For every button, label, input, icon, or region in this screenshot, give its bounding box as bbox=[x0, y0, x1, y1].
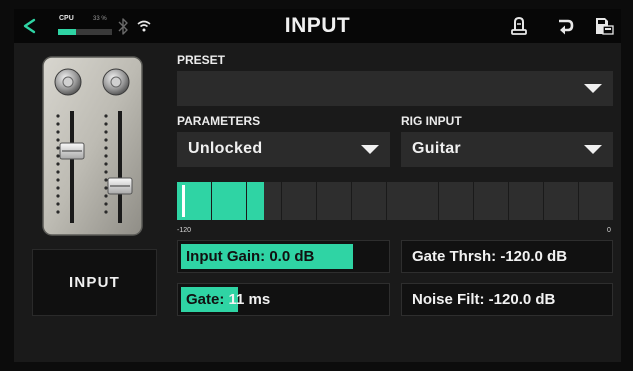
undo-icon[interactable] bbox=[555, 17, 575, 35]
meter-segment bbox=[438, 182, 456, 220]
meter-segment bbox=[543, 182, 561, 220]
preset-dropdown[interactable] bbox=[177, 71, 613, 106]
meter-segment bbox=[456, 182, 474, 220]
page-title: INPUT bbox=[284, 14, 351, 37]
rig-input-value: Guitar bbox=[412, 140, 461, 157]
meter-scale-min: -120 bbox=[177, 227, 192, 234]
meter-segment bbox=[194, 182, 212, 220]
meter-segment bbox=[351, 182, 369, 220]
meter-peak-marker bbox=[182, 185, 185, 217]
meter-segment bbox=[596, 182, 613, 220]
parameters-label: PARAMETERS bbox=[177, 114, 261, 128]
gate-text-value: 11 ms bbox=[224, 291, 271, 308]
meter-segment bbox=[473, 182, 491, 220]
meter-segment bbox=[403, 182, 421, 220]
parameters-dropdown[interactable]: Unlocked bbox=[177, 132, 390, 167]
screen: CPU 33 % INPUT INPUT PRESET PARAMETERS U… bbox=[14, 9, 621, 362]
noise-filter-control[interactable]: Noise Filt: -120.0 dB bbox=[401, 283, 613, 316]
gate-text-label: Gate: bbox=[186, 291, 225, 308]
parameters-value: Unlocked bbox=[188, 140, 263, 157]
noise-filter-text: Noise Filt: -120.0 dB bbox=[412, 291, 556, 308]
input-gain-text: Input Gain: 0.0 dB bbox=[186, 248, 315, 265]
meter-segment bbox=[578, 182, 596, 220]
rig-input-label: RIG INPUT bbox=[401, 114, 462, 128]
input-level-meter bbox=[177, 182, 613, 220]
meter-segment bbox=[211, 182, 229, 220]
gate-threshold-text: Gate Thrsh: -120.0 dB bbox=[412, 248, 568, 265]
input-gain-control[interactable]: Input Gain: 0.0 dB bbox=[177, 240, 390, 273]
meter-scale-max: 0 bbox=[607, 227, 611, 234]
meter-segment bbox=[526, 182, 544, 220]
chevron-down-icon bbox=[584, 84, 602, 93]
preset-label: PRESET bbox=[177, 53, 226, 67]
meter-segment bbox=[246, 182, 264, 220]
meter-segment bbox=[421, 182, 439, 220]
save-icon[interactable] bbox=[594, 17, 614, 35]
chevron-down-icon bbox=[584, 145, 602, 154]
meter-segment bbox=[491, 182, 509, 220]
rig-input-dropdown[interactable]: Guitar bbox=[401, 132, 613, 167]
input-button[interactable]: INPUT bbox=[32, 249, 157, 316]
meter-segment bbox=[369, 182, 387, 220]
meter-segment bbox=[334, 182, 352, 220]
meter-segment bbox=[229, 182, 247, 220]
meter-segment bbox=[264, 182, 282, 220]
meter-segment bbox=[281, 182, 299, 220]
top-bar: CPU 33 % INPUT bbox=[14, 9, 621, 43]
meter-segment bbox=[508, 182, 526, 220]
tuner-icon[interactable] bbox=[509, 17, 529, 35]
gate-text: Gate: 11 ms bbox=[186, 291, 270, 308]
meter-segment bbox=[561, 182, 579, 220]
meter-segment bbox=[316, 182, 334, 220]
meter-segment bbox=[386, 182, 404, 220]
gate-control[interactable]: Gate: 11 ms bbox=[177, 283, 390, 316]
meter-segment bbox=[177, 182, 194, 220]
gate-threshold-control[interactable]: Gate Thrsh: -120.0 dB bbox=[401, 240, 613, 273]
amp-fader-panel bbox=[42, 56, 143, 236]
meter-segment bbox=[299, 182, 317, 220]
chevron-down-icon bbox=[361, 145, 379, 154]
